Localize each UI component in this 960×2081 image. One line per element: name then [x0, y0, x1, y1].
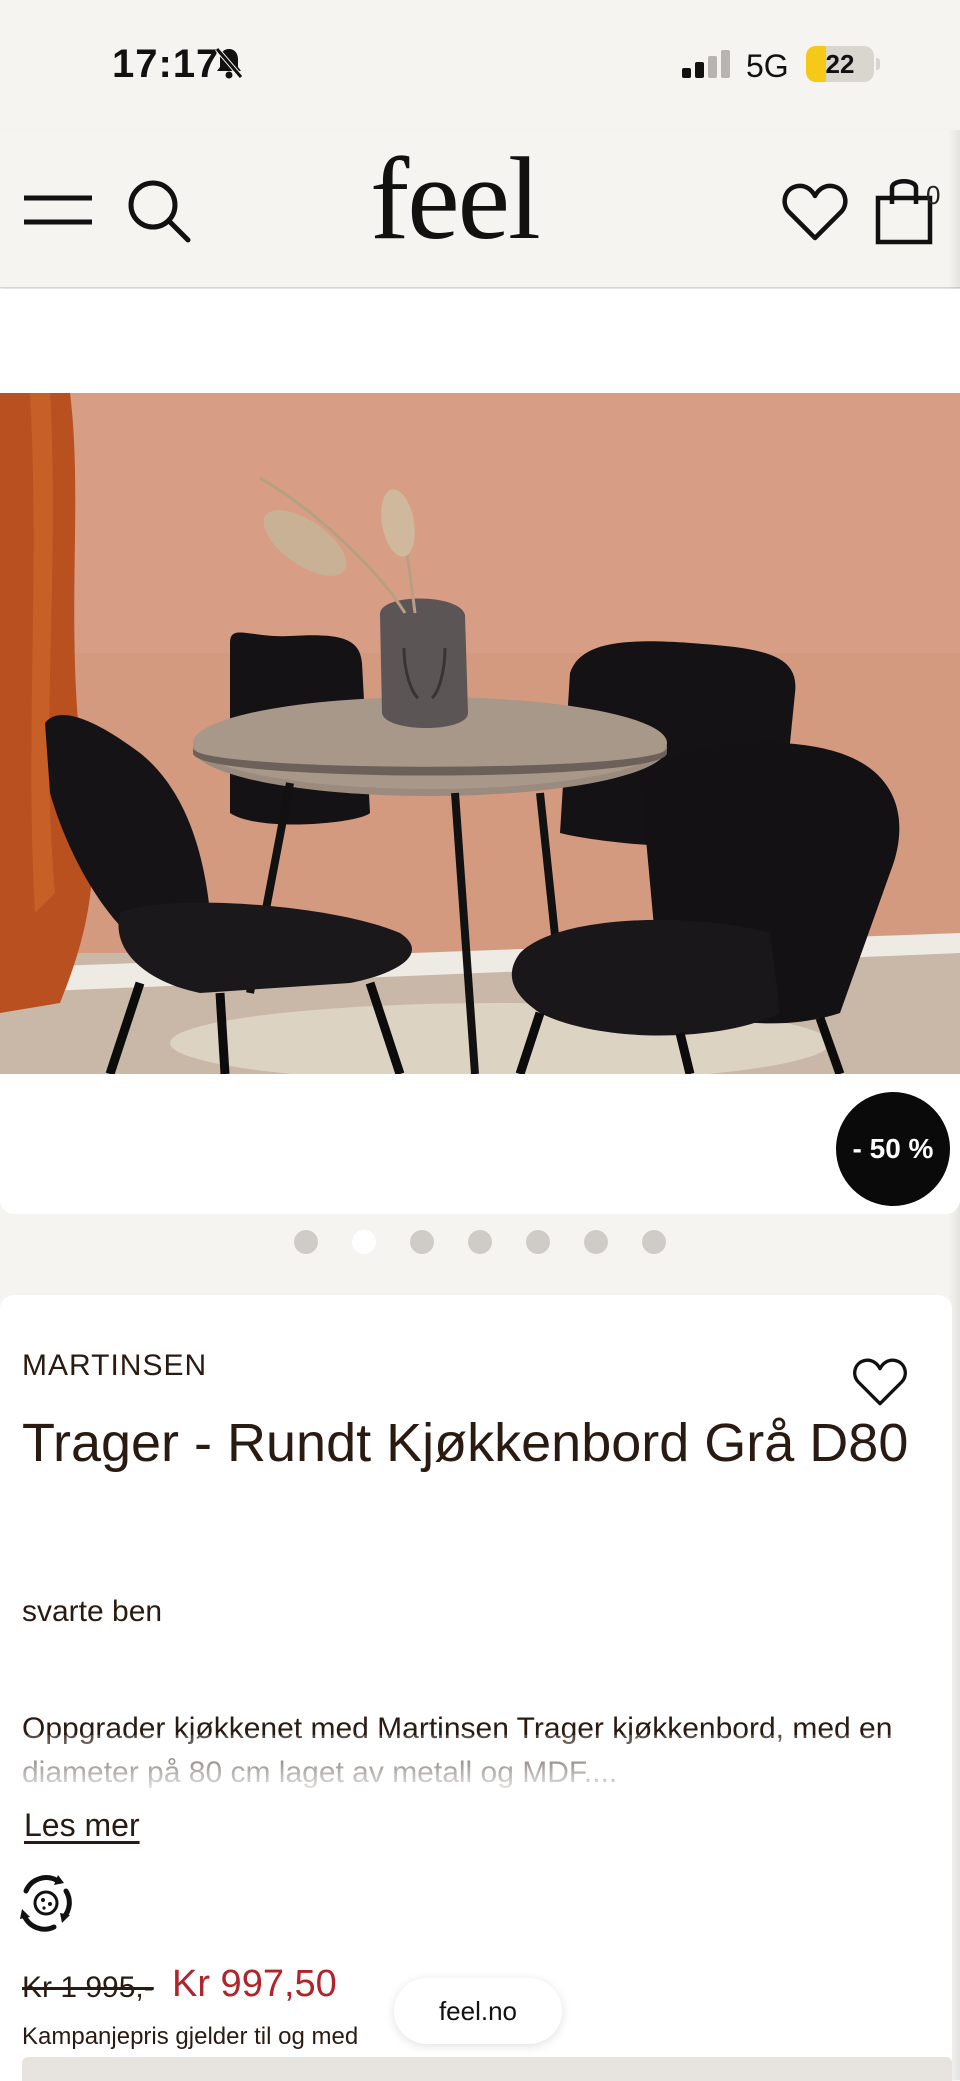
cart-count-badge[interactable]: 0	[926, 180, 940, 211]
product-variant: svarte ben	[22, 1595, 163, 1628]
search-icon[interactable]	[126, 178, 192, 249]
status-bar: 17:17 5G 22	[0, 0, 960, 130]
read-more-link[interactable]: Les mer	[24, 1807, 140, 1844]
gallery-dot[interactable]	[410, 1230, 434, 1254]
product-gallery[interactable]: - 50 %	[0, 289, 960, 1214]
gallery-dot-active[interactable]	[352, 1230, 376, 1254]
gallery-dot[interactable]	[294, 1230, 318, 1254]
gallery-dot[interactable]	[526, 1230, 550, 1254]
sale-price: Kr 997,50	[172, 1963, 337, 2005]
original-price: Kr 1 995,-	[22, 1971, 154, 2004]
battery-icon: 22	[806, 46, 874, 82]
gallery-dot[interactable]	[584, 1230, 608, 1254]
campaign-note: Kampanjepris gjelder til og med	[22, 2023, 359, 2050]
browser-url-pill[interactable]: feel.no	[394, 1978, 562, 2044]
product-title: Trager - Rundt Kjøkkenbord Grå D80	[22, 1413, 909, 1473]
gallery-pagination[interactable]	[0, 1230, 960, 1256]
status-time: 17:17	[112, 42, 220, 86]
bell-muted-icon	[214, 46, 244, 85]
signal-icon	[680, 48, 732, 85]
shopping-bag-icon[interactable]	[874, 174, 934, 251]
product-info: MARTINSEN Trager - Rundt Kjøkkenbord Grå…	[0, 1295, 952, 2081]
hamburger-menu-icon[interactable]	[22, 190, 94, 235]
cookie-settings-icon[interactable]	[14, 1871, 78, 1940]
product-image[interactable]	[0, 393, 960, 1074]
favorites-heart-icon[interactable]	[782, 182, 848, 247]
network-label: 5G	[746, 48, 789, 84]
site-header: feel 0	[0, 130, 960, 288]
battery-tip	[876, 58, 880, 70]
site-logo[interactable]: feel	[370, 140, 541, 258]
gallery-dot[interactable]	[642, 1230, 666, 1254]
gallery-dot[interactable]	[468, 1230, 492, 1254]
battery-level: 22	[825, 49, 855, 79]
wishlist-heart-icon[interactable]	[852, 1357, 908, 1412]
product-brand[interactable]: MARTINSEN	[22, 1349, 207, 1383]
discount-badge: - 50 %	[836, 1092, 950, 1206]
description-fade	[0, 1735, 952, 1795]
add-to-cart-bar[interactable]	[22, 2057, 952, 2081]
